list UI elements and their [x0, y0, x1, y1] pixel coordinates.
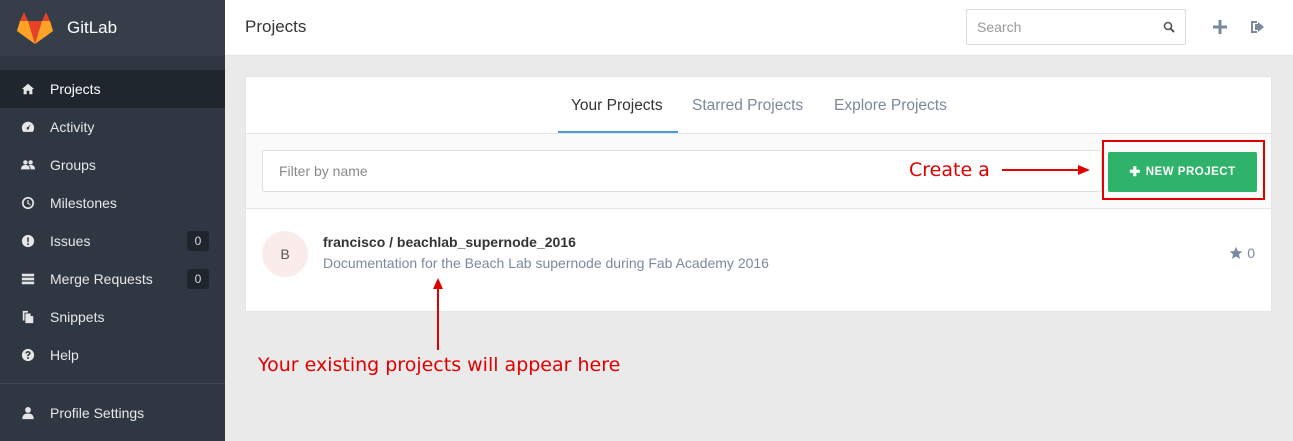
star-icon	[1229, 246, 1243, 259]
tab-your-projects[interactable]: Your Projects	[571, 97, 663, 115]
brand-name: GitLab	[67, 18, 118, 37]
annotation-create: Create a	[909, 159, 990, 181]
star-count: 0	[1247, 245, 1255, 261]
sidebar-divider	[0, 383, 225, 384]
sidebar-item-label: Milestones	[50, 195, 117, 211]
sign-out-icon[interactable]	[1250, 19, 1266, 35]
sidebar-item-activity[interactable]: Activity	[0, 108, 225, 146]
sidebar-item-merge-requests[interactable]: Merge Requests 0	[0, 260, 225, 298]
copy-icon	[20, 309, 36, 325]
sidebar-item-label: Projects	[50, 81, 101, 97]
sidebar-item-label: Snippets	[50, 309, 105, 325]
page-title: Projects	[245, 17, 307, 36]
project-list-item[interactable]: B francisco / beachlab_supernode_2016 Do…	[246, 209, 1271, 311]
project-name-link[interactable]: francisco / beachlab_supernode_2016	[323, 234, 576, 250]
clock-icon	[20, 195, 36, 211]
sidebar-header[interactable]: GitLab	[0, 0, 225, 56]
issues-count-badge: 0	[187, 231, 209, 251]
user-icon	[20, 405, 36, 421]
sidebar: GitLab Projects Activity Groups Mileston…	[0, 0, 225, 441]
sidebar-item-snippets[interactable]: Snippets	[0, 298, 225, 336]
annotation-arrow-up-icon	[433, 278, 443, 350]
search-icon[interactable]	[1163, 21, 1175, 33]
annotation-highlight-box	[1102, 140, 1265, 200]
sidebar-item-label: Groups	[50, 157, 96, 173]
sidebar-item-label: Help	[50, 347, 79, 363]
dashboard-icon	[20, 119, 36, 135]
list-icon	[20, 271, 36, 287]
question-icon	[20, 347, 36, 363]
sidebar-item-groups[interactable]: Groups	[0, 146, 225, 184]
tab-explore-projects[interactable]: Explore Projects	[834, 97, 947, 115]
sidebar-item-help[interactable]: Help	[0, 336, 225, 374]
sidebar-item-label: Profile Settings	[50, 405, 145, 421]
gitlab-logo-icon	[17, 12, 53, 44]
annotation-arrow-right-icon	[1002, 165, 1090, 175]
search-input[interactable]	[977, 19, 1147, 35]
project-avatar[interactable]: B	[262, 231, 308, 277]
top-bar: Projects	[225, 0, 1293, 56]
sidebar-item-issues[interactable]: Issues 0	[0, 222, 225, 260]
sidebar-item-milestones[interactable]: Milestones	[0, 184, 225, 222]
sidebar-item-profile-settings[interactable]: Profile Settings	[0, 394, 225, 432]
search-box[interactable]	[966, 9, 1186, 45]
merge-requests-count-badge: 0	[187, 269, 209, 289]
project-tabs: Your Projects Starred Projects Explore P…	[246, 77, 1271, 134]
sidebar-item-label: Issues	[50, 233, 91, 249]
active-tab-indicator	[558, 131, 678, 133]
plus-icon[interactable]	[1212, 19, 1228, 35]
users-icon	[20, 157, 36, 173]
sidebar-item-label: Merge Requests	[50, 271, 153, 287]
project-star-count[interactable]: 0	[1229, 245, 1255, 261]
sidebar-item-projects[interactable]: Projects	[0, 70, 225, 108]
exclamation-icon	[20, 233, 36, 249]
home-icon	[20, 81, 36, 97]
annotation-existing-projects: Your existing projects will appear here	[258, 354, 621, 376]
sidebar-nav: Projects Activity Groups Milestones Issu…	[0, 70, 225, 374]
sidebar-item-label: Activity	[50, 119, 95, 135]
tab-starred-projects[interactable]: Starred Projects	[692, 97, 803, 115]
project-description: Documentation for the Beach Lab supernod…	[323, 255, 769, 271]
